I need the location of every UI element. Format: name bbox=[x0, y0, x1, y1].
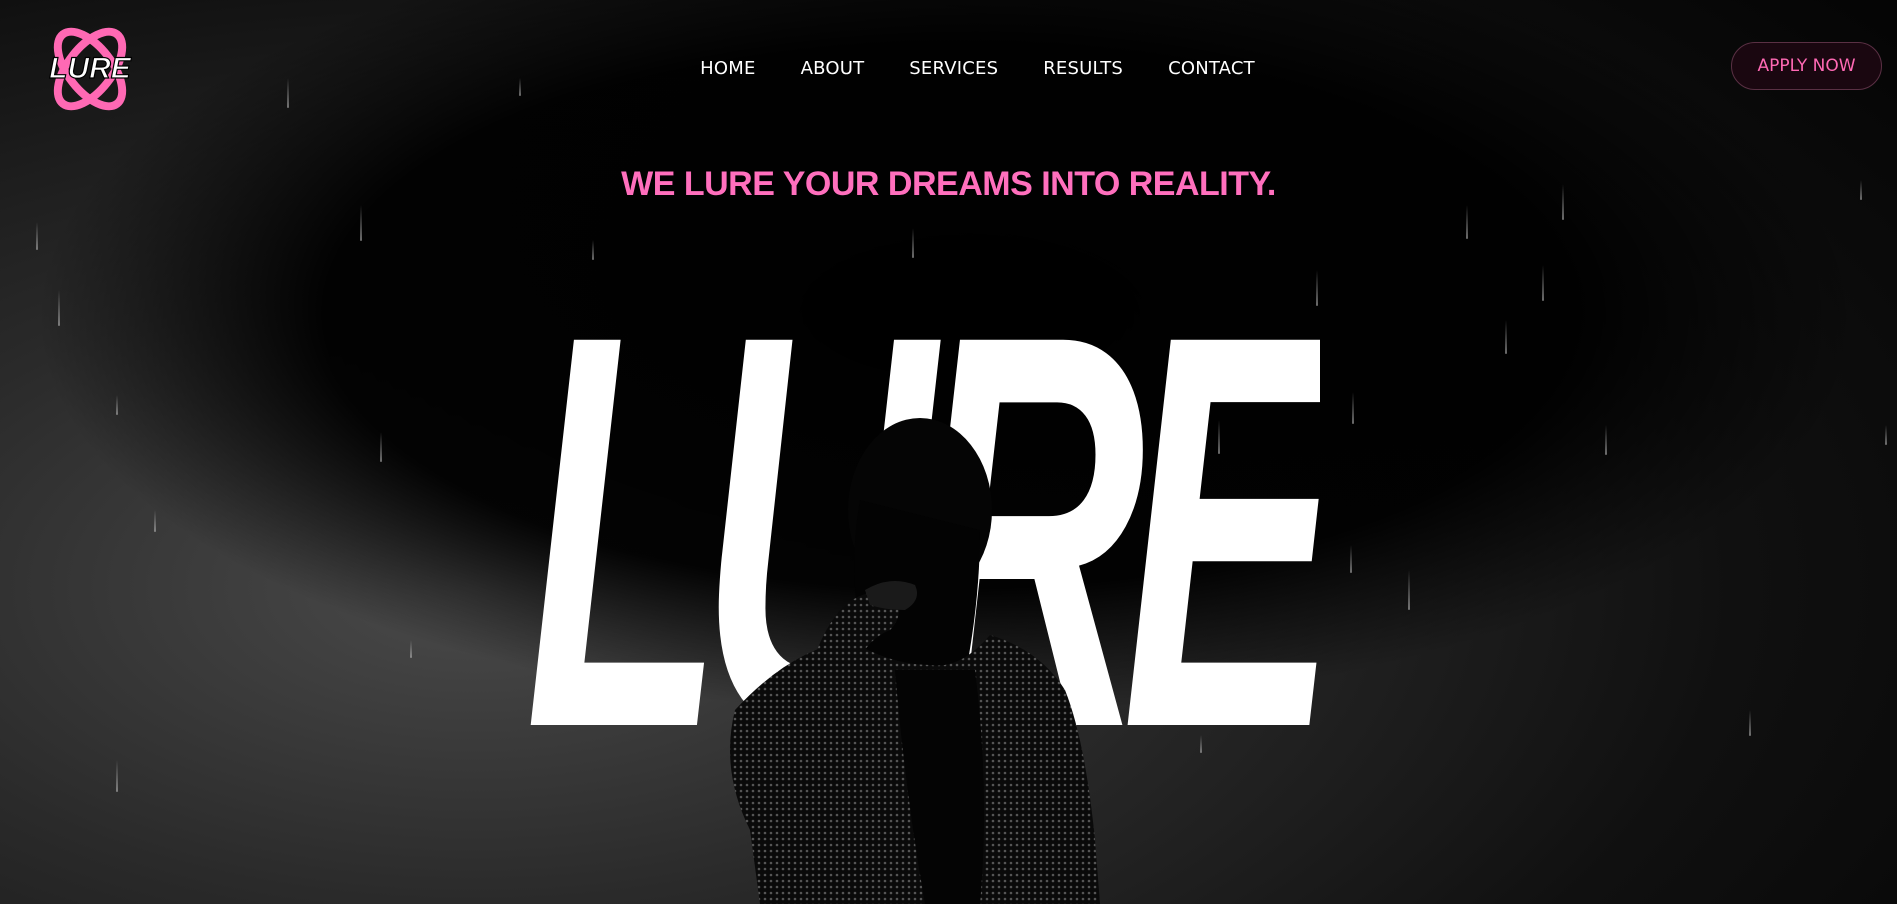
nav-services[interactable]: SERVICES bbox=[909, 58, 998, 79]
nav-results[interactable]: RESULTS bbox=[1043, 58, 1123, 79]
nav-home[interactable]: HOME bbox=[700, 58, 755, 79]
silhouette-woman-icon bbox=[690, 410, 1110, 904]
site-header: LURE HOME ABOUT SERVICES RESULTS CONTACT… bbox=[0, 0, 1897, 140]
main-nav: HOME ABOUT SERVICES RESULTS CONTACT bbox=[0, 58, 1897, 79]
nav-contact[interactable]: CONTACT bbox=[1168, 58, 1255, 79]
apply-now-button[interactable]: APPLY NOW bbox=[1731, 42, 1882, 90]
nav-about[interactable]: ABOUT bbox=[801, 58, 865, 79]
hero-tagline: WE LURE YOUR DREAMS INTO REALITY. bbox=[621, 165, 1276, 203]
